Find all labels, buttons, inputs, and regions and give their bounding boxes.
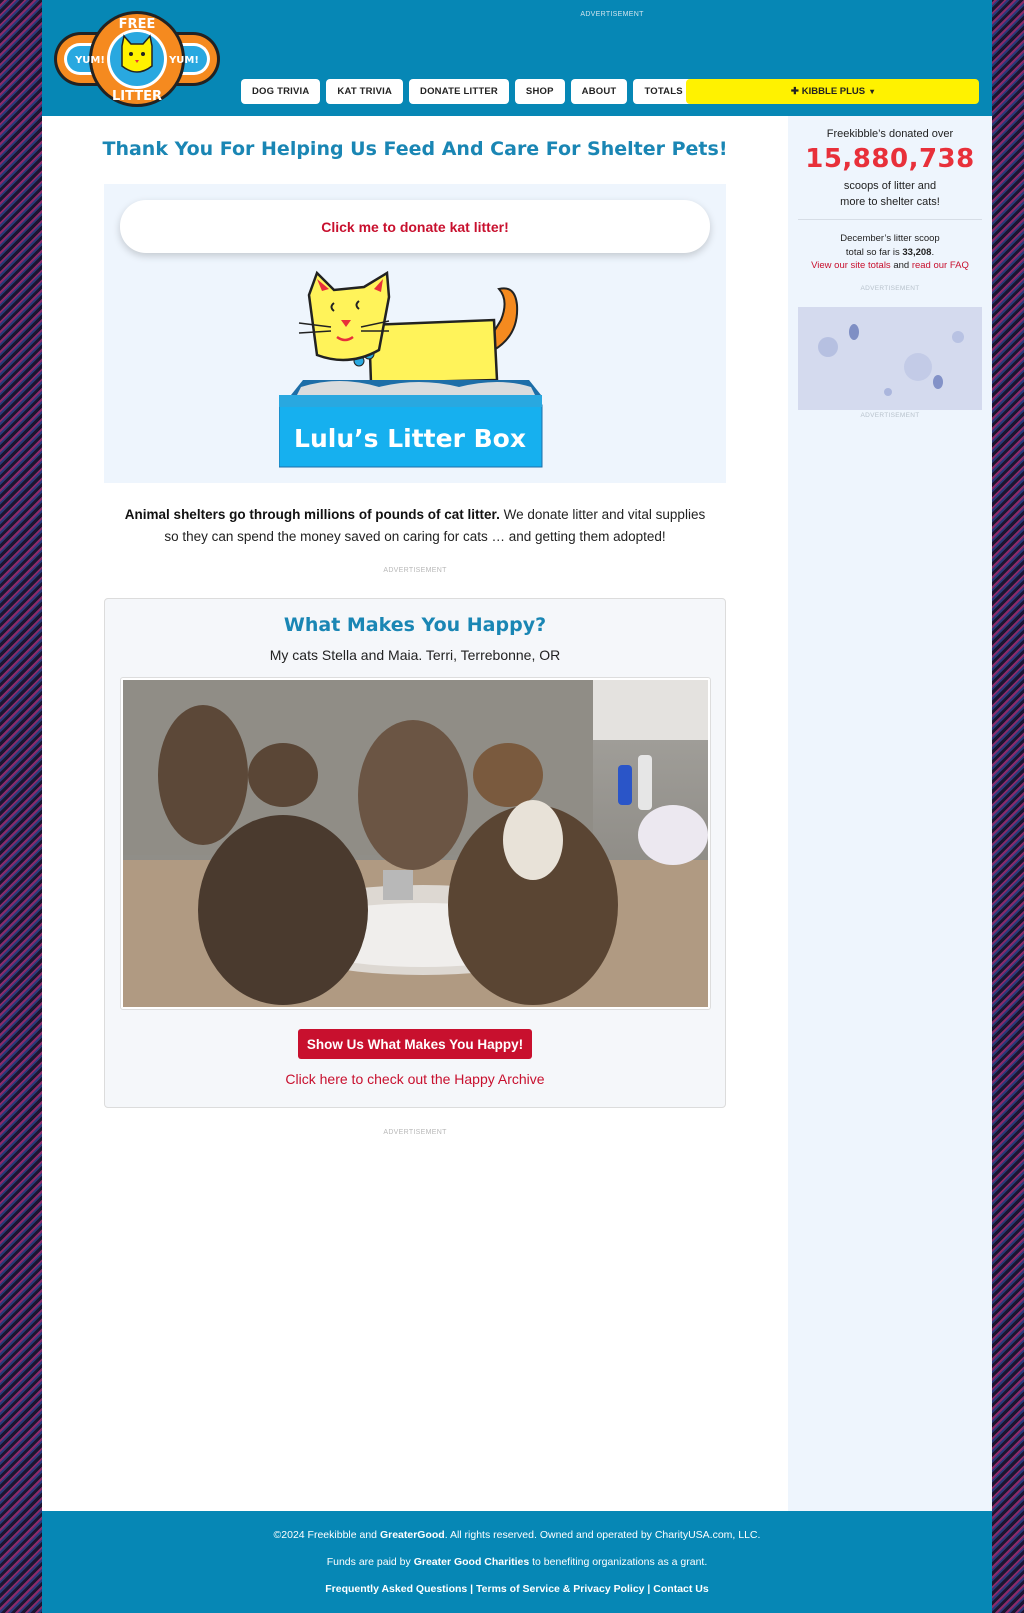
logo-right-badge: YUM!: [168, 55, 199, 66]
show-us-happy-button[interactable]: Show Us What Makes You Happy!: [298, 1029, 532, 1059]
free-litter-logo[interactable]: FREE LITTER YUM! YUM!: [52, 8, 222, 108]
sidebar-links: View our site totals and read our FAQ: [788, 260, 992, 271]
ad-label-main-1: ADVERTISEMENT: [383, 567, 447, 574]
plus-icon: ✚: [790, 86, 799, 97]
footer-funds: Funds are paid by Greater Good Charities…: [42, 1556, 992, 1568]
ad-label-header: ADVERTISEMENT: [580, 11, 644, 18]
caret-down-icon: ▾: [870, 87, 875, 96]
month-total-value: 33,208: [902, 247, 932, 258]
donation-sub-line-2: more to shelter cats!: [840, 196, 940, 208]
month-total-pre: total so far is: [845, 247, 903, 258]
page-title: Thank You For Helping Us Feed And Care F…: [102, 138, 728, 160]
greatergood-link[interactable]: GreaterGood: [380, 1529, 445, 1541]
footer-copyright-pre: ©2024 Freekibble and: [273, 1529, 380, 1541]
month-total-line-1: December’s litter scoop: [840, 233, 940, 244]
month-total-line-2: total so far is 33,208.: [788, 246, 992, 260]
footer-sep-2: |: [644, 1583, 654, 1595]
logo-left-badge: YUM!: [74, 55, 105, 66]
donation-sub: scoops of litter and more to shelter cat…: [788, 178, 992, 210]
links-join: and: [890, 260, 912, 271]
footer-copyright: ©2024 Freekibble and GreaterGood. All ri…: [42, 1529, 992, 1541]
happy-title: What Makes You Happy?: [283, 614, 547, 636]
donation-intro: Freekibble’s donated over: [826, 128, 954, 140]
happy-caption: My cats Stella and Maia. Terri, Terrebon…: [269, 647, 561, 663]
footer-faq-link[interactable]: Frequently Asked Questions: [325, 1583, 467, 1595]
donation-count: 15,880,738: [805, 144, 975, 174]
kibble-plus-label: KIBBLE PLUS: [801, 86, 866, 97]
nav-shop[interactable]: SHOP: [514, 79, 565, 104]
month-total: December’s litter scoop total so far is …: [788, 232, 992, 260]
kibble-plus-button[interactable]: ✚ KIBBLE PLUS ▾: [686, 79, 979, 104]
happy-archive-link[interactable]: Click here to check out the Happy Archiv…: [105, 1071, 725, 1087]
nav-totals[interactable]: TOTALS: [633, 79, 694, 104]
footer-links: Frequently Asked Questions | Terms of Se…: [42, 1583, 992, 1595]
happy-photo[interactable]: [120, 677, 711, 1010]
footer-sep-1: |: [467, 1583, 477, 1595]
ad-label-sidebar-bottom: ADVERTISEMENT: [860, 412, 920, 419]
logo-top-text: FREE: [119, 17, 156, 32]
mission-blurb: Animal shelters go through millions of p…: [122, 504, 708, 548]
ad-label-sidebar-top: ADVERTISEMENT: [860, 285, 920, 292]
lulus-litter-box-image[interactable]: Lulu’s Litter Box: [279, 265, 551, 469]
sidebar-ad-image[interactable]: [798, 307, 982, 410]
footer-funds-post: to benefiting organizations as a grant.: [529, 1556, 708, 1568]
happy-box: What Makes You Happy? My cats Stella and…: [104, 598, 726, 1108]
donate-litter-button[interactable]: Click me to donate kat litter!: [120, 200, 710, 253]
footer-copyright-post: . All rights reserved. Owned and operate…: [444, 1529, 761, 1541]
site-totals-link[interactable]: View our site totals: [811, 260, 891, 271]
nav-about[interactable]: ABOUT: [570, 79, 628, 104]
greater-good-charities-link[interactable]: Greater Good Charities: [414, 1556, 530, 1568]
faq-link[interactable]: read our FAQ: [912, 260, 969, 271]
main-nav: DOG TRIVIA KAT TRIVIA DONATE LITTER SHOP…: [241, 79, 694, 104]
site-footer: ©2024 Freekibble and GreaterGood. All ri…: [42, 1511, 992, 1613]
month-total-post: .: [931, 247, 935, 258]
nav-donate-litter[interactable]: DONATE LITTER: [409, 79, 509, 104]
blurb-bold: Animal shelters go through millions of p…: [124, 507, 500, 522]
sidebar-divider: [798, 219, 982, 220]
page: FREE LITTER YUM! YUM! ADVERTISEMENT DOG …: [42, 0, 992, 1613]
ad-label-main-2: ADVERTISEMENT: [383, 1129, 447, 1136]
litter-box-label: Lulu’s Litter Box: [294, 424, 526, 453]
site-header: FREE LITTER YUM! YUM! ADVERTISEMENT DOG …: [42, 0, 992, 116]
donation-sub-line-1: scoops of litter and: [843, 180, 937, 192]
footer-contact-link[interactable]: Contact Us: [653, 1583, 708, 1595]
donate-panel: Click me to donate kat litter! Lulu’s Li…: [104, 184, 726, 483]
sidebar: Freekibble’s donated over 15,880,738 sco…: [788, 116, 992, 1511]
nav-kat-trivia[interactable]: KAT TRIVIA: [326, 79, 404, 104]
footer-tos-link[interactable]: Terms of Service & Privacy Policy: [476, 1583, 644, 1595]
logo-bottom-text: LITTER: [112, 89, 162, 104]
cats-photo-image: [123, 680, 708, 1007]
nav-dog-trivia[interactable]: DOG TRIVIA: [241, 79, 321, 104]
footer-funds-pre: Funds are paid by: [326, 1556, 414, 1568]
